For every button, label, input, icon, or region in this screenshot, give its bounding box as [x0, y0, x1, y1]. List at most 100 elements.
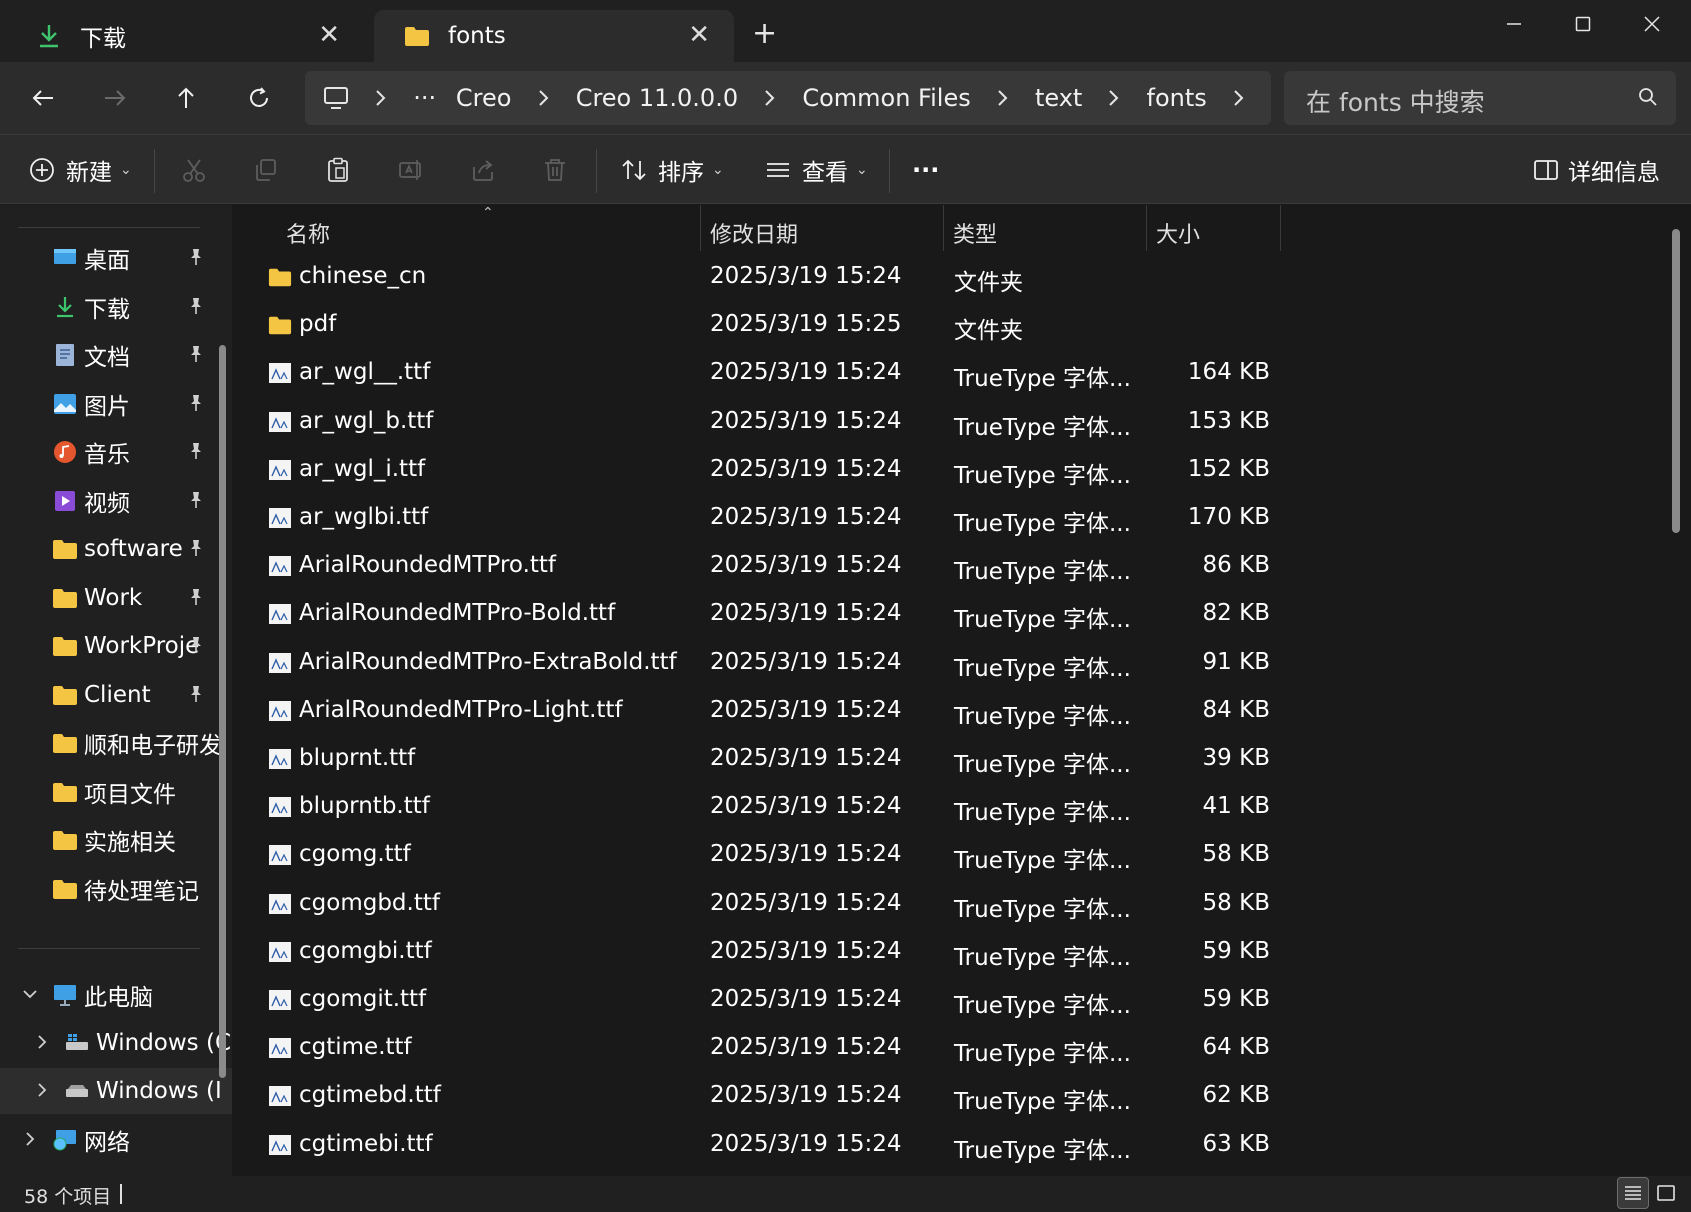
file-row[interactable]: bluprntb.ttf 2025/3/19 15:24 TrueType 字体..… — [240, 783, 1440, 831]
new-tab-button[interactable]: + — [752, 16, 777, 51]
back-arrow-icon[interactable] — [23, 78, 63, 118]
breadcrumb-item[interactable]: Common Files — [802, 84, 970, 112]
sidebar-item-文档[interactable]: 文档 — [0, 332, 232, 378]
share-button[interactable] — [467, 147, 499, 193]
column-header-date[interactable]: 修改日期 — [710, 217, 798, 249]
chevron-right-icon[interactable] — [1106, 86, 1122, 110]
search-icon[interactable] — [1638, 87, 1658, 111]
file-row[interactable]: cgomgbd.ttf 2025/3/19 15:24 TrueType 字体...… — [240, 880, 1440, 928]
sidebar-item-drive-c[interactable]: Windows (C — [0, 1020, 232, 1066]
new-button[interactable]: 新建 ⌄ — [26, 147, 132, 193]
file-row[interactable]: ArialRoundedMTPro-ExtraBold.ttf 2025/3/19… — [240, 639, 1440, 687]
file-row[interactable]: cgomg.ttf 2025/3/19 15:24 TrueType 字体... 58… — [240, 831, 1440, 879]
chevron-right-icon[interactable] — [32, 1032, 52, 1052]
details-view-button[interactable] — [1617, 1177, 1649, 1209]
file-row[interactable]: ar_wgl_b.ttf 2025/3/19 15:24 TrueType 字体..… — [240, 398, 1440, 446]
search-input[interactable]: 在 fonts 中搜索 — [1284, 71, 1676, 125]
sidebar-item-视频[interactable]: 视频 — [0, 478, 232, 524]
pin-icon[interactable] — [186, 441, 206, 461]
column-divider[interactable] — [700, 205, 701, 251]
sidebar-item-下载[interactable]: 下载 — [0, 284, 232, 330]
breadcrumb-item[interactable]: Creo 11.0.0.0 — [576, 84, 738, 112]
maximize-icon[interactable] — [1553, 4, 1613, 44]
breadcrumb-item[interactable]: Creo — [456, 84, 512, 112]
file-list-scrollbar[interactable] — [1672, 229, 1680, 533]
file-row[interactable]: ArialRoundedMTPro.ttf 2025/3/19 15:24 True… — [240, 542, 1440, 590]
file-row[interactable]: bluprnt.ttf 2025/3/19 15:24 TrueType 字体...… — [240, 735, 1440, 783]
sidebar-item-图片[interactable]: 图片 — [0, 381, 232, 427]
sidebar-item-network[interactable]: 网络 — [0, 1117, 232, 1163]
file-row[interactable]: cgtime.ttf 2025/3/19 15:24 TrueType 字体... 6… — [240, 1024, 1440, 1072]
file-row[interactable]: ArialRoundedMTPro-Light.ttf 2025/3/19 15:… — [240, 687, 1440, 735]
file-row[interactable]: cgomgbi.ttf 2025/3/19 15:24 TrueType 字体...… — [240, 928, 1440, 976]
sidebar-item-workproje[interactable]: WorkProje — [0, 623, 232, 669]
sort-button[interactable]: 排序 ⌄ — [618, 147, 724, 193]
column-header-name[interactable]: 名称 — [286, 217, 330, 249]
close-tab-icon[interactable]: ✕ — [318, 20, 340, 50]
sidebar-scrollbar[interactable] — [219, 345, 226, 1078]
chevron-down-icon[interactable] — [20, 984, 40, 1004]
breadcrumb-overflow[interactable]: ··· — [413, 84, 436, 112]
file-row[interactable]: cgtimebd.ttf 2025/3/19 15:24 TrueType 字体..… — [240, 1072, 1440, 1120]
file-row[interactable]: cgtimebi.ttf 2025/3/19 15:24 TrueType 字体..… — [240, 1121, 1440, 1169]
more-options-button[interactable]: ··· — [912, 147, 939, 193]
chevron-right-icon[interactable] — [535, 86, 551, 110]
sidebar-item-音乐[interactable]: 音乐 — [0, 429, 232, 475]
file-row[interactable]: cgomgit.ttf 2025/3/19 15:24 TrueType 字体...… — [240, 976, 1440, 1024]
sidebar-item-drive-d[interactable]: Windows (I — [0, 1068, 232, 1114]
chevron-right-icon[interactable] — [20, 1129, 40, 1149]
copy-button[interactable] — [250, 147, 282, 193]
rename-button[interactable] — [395, 147, 427, 193]
folder-row[interactable]: pdf 2025/3/19 15:25 文件夹 — [240, 301, 1440, 349]
breadcrumb-item[interactable]: text — [1035, 84, 1082, 112]
sidebar-item-桌面[interactable]: 桌面 — [0, 235, 232, 281]
file-row[interactable]: ar_wgl_i.ttf 2025/3/19 15:24 TrueType 字体..… — [240, 446, 1440, 494]
pin-icon[interactable] — [186, 538, 206, 558]
delete-button[interactable] — [539, 147, 571, 193]
pin-icon[interactable] — [186, 344, 206, 364]
sidebar-item-work[interactable]: Work — [0, 575, 232, 621]
pin-icon[interactable] — [186, 296, 206, 316]
large-icons-view-button[interactable] — [1650, 1177, 1682, 1209]
column-divider[interactable] — [1146, 205, 1147, 251]
folder-row[interactable]: chinese_cn 2025/3/19 15:24 文件夹 — [240, 253, 1440, 301]
tab-downloads[interactable]: 下载 ✕ — [6, 10, 364, 62]
pin-icon[interactable] — [186, 490, 206, 510]
chevron-right-icon[interactable] — [373, 86, 389, 110]
sidebar-item-this-pc[interactable]: 此电脑 — [0, 972, 232, 1018]
pin-icon[interactable] — [186, 684, 206, 704]
sidebar-item-实施相关[interactable]: 实施相关 — [0, 817, 232, 863]
view-button[interactable]: 查看 ⌄ — [762, 147, 868, 193]
paste-button[interactable] — [322, 147, 354, 193]
column-header-type[interactable]: 类型 — [953, 217, 997, 249]
refresh-icon[interactable] — [239, 78, 279, 118]
address-bar[interactable]: ··· Creo Creo 11.0.0.0 Common Files text… — [305, 71, 1271, 125]
column-divider[interactable] — [943, 205, 944, 251]
file-row[interactable]: ar_wgl__.ttf 2025/3/19 15:24 TrueType 字体..… — [240, 349, 1440, 397]
sidebar-item-顺和电子研发[interactable]: 顺和电子研发 — [0, 720, 232, 766]
file-row[interactable]: ArialRoundedMTPro-Bold.ttf 2025/3/19 15:2… — [240, 590, 1440, 638]
column-header-size[interactable]: 大小 — [1156, 217, 1200, 249]
pin-icon[interactable] — [186, 393, 206, 413]
chevron-right-icon[interactable] — [32, 1080, 52, 1100]
column-divider[interactable] — [1280, 205, 1281, 251]
chevron-right-icon[interactable] — [995, 86, 1011, 110]
cut-button[interactable] — [178, 147, 210, 193]
close-window-icon[interactable] — [1622, 4, 1682, 44]
pin-icon[interactable] — [186, 247, 206, 267]
forward-arrow-icon[interactable] — [95, 78, 135, 118]
close-tab-icon[interactable]: ✕ — [688, 20, 710, 50]
up-arrow-icon[interactable] — [166, 78, 206, 118]
file-row[interactable]: ar_wglbi.ttf 2025/3/19 15:24 TrueType 字体..… — [240, 494, 1440, 542]
sidebar-item-client[interactable]: Client — [0, 672, 232, 718]
tab-fonts[interactable]: fonts ✕ — [374, 10, 734, 62]
details-pane-button[interactable]: 详细信息 — [1530, 147, 1660, 193]
chevron-right-icon[interactable] — [1231, 86, 1247, 110]
breadcrumb-item[interactable]: fonts — [1147, 84, 1207, 112]
pin-icon[interactable] — [186, 587, 206, 607]
pin-icon[interactable] — [186, 635, 206, 655]
sidebar-item-待处理笔记[interactable]: 待处理笔记 — [0, 866, 232, 912]
minimize-icon[interactable] — [1484, 4, 1544, 44]
sidebar-item-software[interactable]: software — [0, 526, 232, 572]
chevron-right-icon[interactable] — [762, 86, 778, 110]
